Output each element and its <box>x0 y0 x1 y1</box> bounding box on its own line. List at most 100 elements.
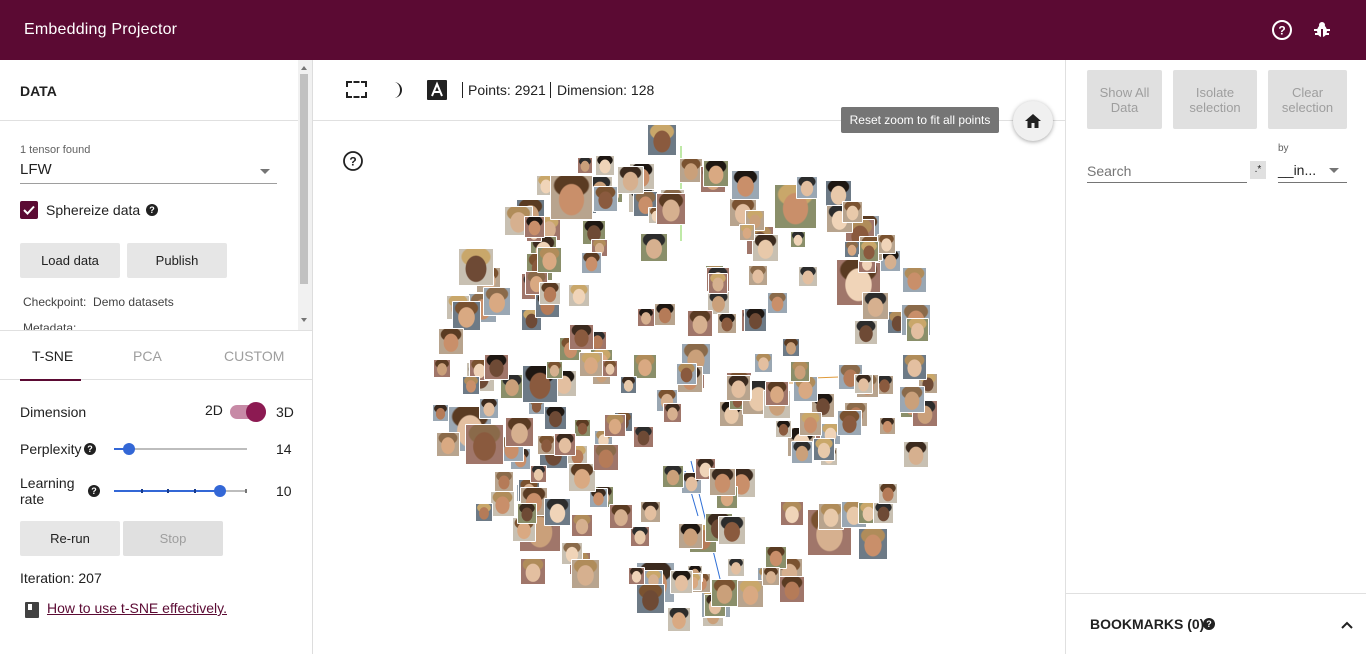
face-thumbnail[interactable] <box>628 567 645 585</box>
search-input[interactable] <box>1087 159 1247 183</box>
face-thumbnail[interactable] <box>837 410 862 436</box>
face-thumbnail[interactable] <box>903 441 929 468</box>
face-thumbnail[interactable] <box>798 266 818 287</box>
face-thumbnail[interactable] <box>574 419 591 437</box>
face-thumbnail[interactable] <box>633 426 654 448</box>
face-thumbnail[interactable] <box>569 324 594 350</box>
face-thumbnail[interactable] <box>765 381 789 406</box>
face-thumbnail[interactable] <box>717 313 737 334</box>
face-thumbnail[interactable] <box>790 231 806 248</box>
help-icon[interactable]: ? <box>1271 19 1293 41</box>
face-thumbnail[interactable] <box>656 193 686 225</box>
face-thumbnail[interactable] <box>902 267 927 293</box>
tsne-help-link[interactable]: How to use t-SNE effectively. <box>47 600 227 616</box>
face-thumbnail[interactable] <box>678 523 703 549</box>
face-thumbnail[interactable] <box>727 558 745 577</box>
learning-rate-slider[interactable] <box>114 484 247 498</box>
face-thumbnail[interactable] <box>452 301 481 331</box>
bookmarks-panel[interactable]: BOOKMARKS (0) ? <box>1066 593 1366 654</box>
face-thumbnail[interactable] <box>739 224 755 241</box>
face-thumbnail[interactable] <box>579 352 603 377</box>
face-thumbnail[interactable] <box>637 308 655 327</box>
face-thumbnail[interactable] <box>687 310 713 337</box>
face-thumbnail[interactable] <box>475 503 493 522</box>
face-thumbnail[interactable] <box>879 417 896 435</box>
face-thumbnail[interactable] <box>708 273 728 294</box>
face-thumbnail[interactable] <box>796 176 818 199</box>
face-thumbnail[interactable] <box>731 170 760 200</box>
face-thumbnail[interactable] <box>858 528 888 560</box>
face-thumbnail[interactable] <box>709 468 736 496</box>
face-thumbnail[interactable] <box>544 498 571 526</box>
face-thumbnail[interactable] <box>593 444 619 471</box>
face-thumbnail[interactable] <box>432 404 449 422</box>
face-thumbnail[interactable] <box>775 420 792 438</box>
face-thumbnail[interactable] <box>782 338 800 357</box>
face-thumbnail[interactable] <box>790 361 810 382</box>
face-thumbnail[interactable] <box>767 292 788 314</box>
face-thumbnail[interactable] <box>505 417 534 447</box>
face-thumbnail[interactable] <box>617 166 644 194</box>
face-thumbnail[interactable] <box>539 282 561 305</box>
face-thumbnail[interactable] <box>490 491 515 517</box>
sphereize-checkbox[interactable] <box>20 201 38 219</box>
face-thumbnail[interactable] <box>726 375 751 401</box>
face-thumbnail[interactable] <box>663 403 682 423</box>
help-icon[interactable]: ? <box>88 485 100 497</box>
face-thumbnail[interactable] <box>494 471 514 492</box>
help-icon[interactable]: ? <box>84 443 96 455</box>
face-thumbnail[interactable] <box>906 318 929 342</box>
face-thumbnail[interactable] <box>609 504 633 529</box>
face-thumbnail[interactable] <box>530 465 547 483</box>
face-thumbnail[interactable] <box>862 292 889 320</box>
face-thumbnail[interactable] <box>662 465 684 488</box>
scroll-up-icon[interactable] <box>301 66 307 70</box>
face-thumbnail[interactable] <box>550 175 593 220</box>
face-thumbnail[interactable] <box>537 247 562 273</box>
face-thumbnail[interactable] <box>544 406 567 430</box>
slider-knob[interactable] <box>214 485 226 497</box>
scrollbar[interactable] <box>298 60 312 330</box>
face-thumbnail[interactable] <box>636 584 665 614</box>
face-thumbnail[interactable] <box>520 558 546 585</box>
stop-button[interactable]: Stop <box>123 521 223 556</box>
face-thumbnail[interactable] <box>873 502 894 524</box>
face-thumbnail[interactable] <box>436 432 460 457</box>
face-thumbnail[interactable] <box>703 160 729 187</box>
help-icon[interactable]: ? <box>1203 618 1215 630</box>
face-thumbnail[interactable] <box>762 567 780 586</box>
show-all-data-button[interactable]: Show All Data <box>1087 70 1162 129</box>
face-thumbnail[interactable] <box>620 376 637 394</box>
night-mode-icon[interactable] <box>388 81 406 99</box>
face-thumbnail[interactable] <box>517 503 537 524</box>
tensor-select[interactable]: LFW <box>20 160 277 184</box>
face-thumbnail[interactable] <box>465 424 504 465</box>
face-thumbnail[interactable] <box>748 265 768 286</box>
face-thumbnail[interactable] <box>546 361 563 379</box>
face-thumbnail[interactable] <box>799 412 822 436</box>
scroll-down-icon[interactable] <box>301 318 307 322</box>
face-thumbnail[interactable] <box>654 303 676 326</box>
face-thumbnail[interactable] <box>593 186 618 212</box>
isolate-selection-button[interactable]: Isolate selection <box>1173 70 1257 129</box>
face-thumbnail[interactable] <box>744 308 767 332</box>
face-thumbnail[interactable] <box>779 576 805 603</box>
load-data-button[interactable]: Load data <box>20 243 120 278</box>
face-thumbnail[interactable] <box>462 376 480 395</box>
face-thumbnail[interactable] <box>568 463 596 492</box>
face-thumbnail[interactable] <box>859 241 879 262</box>
slider-knob[interactable] <box>123 443 135 455</box>
clear-selection-button[interactable]: Clear selection <box>1268 70 1347 129</box>
face-thumbnail[interactable] <box>813 438 835 461</box>
face-thumbnail[interactable] <box>854 320 878 345</box>
face-thumbnail[interactable] <box>737 580 764 608</box>
face-thumbnail[interactable] <box>878 483 898 504</box>
face-thumbnail[interactable] <box>754 353 773 373</box>
tab-custom[interactable]: CUSTOM <box>224 348 284 364</box>
face-thumbnail[interactable] <box>630 526 650 547</box>
face-thumbnail[interactable] <box>577 157 593 174</box>
face-thumbnail[interactable] <box>899 386 925 413</box>
tab-tsne[interactable]: T-SNE <box>32 348 73 364</box>
face-thumbnail[interactable] <box>676 363 697 385</box>
perplexity-slider[interactable] <box>114 442 247 456</box>
